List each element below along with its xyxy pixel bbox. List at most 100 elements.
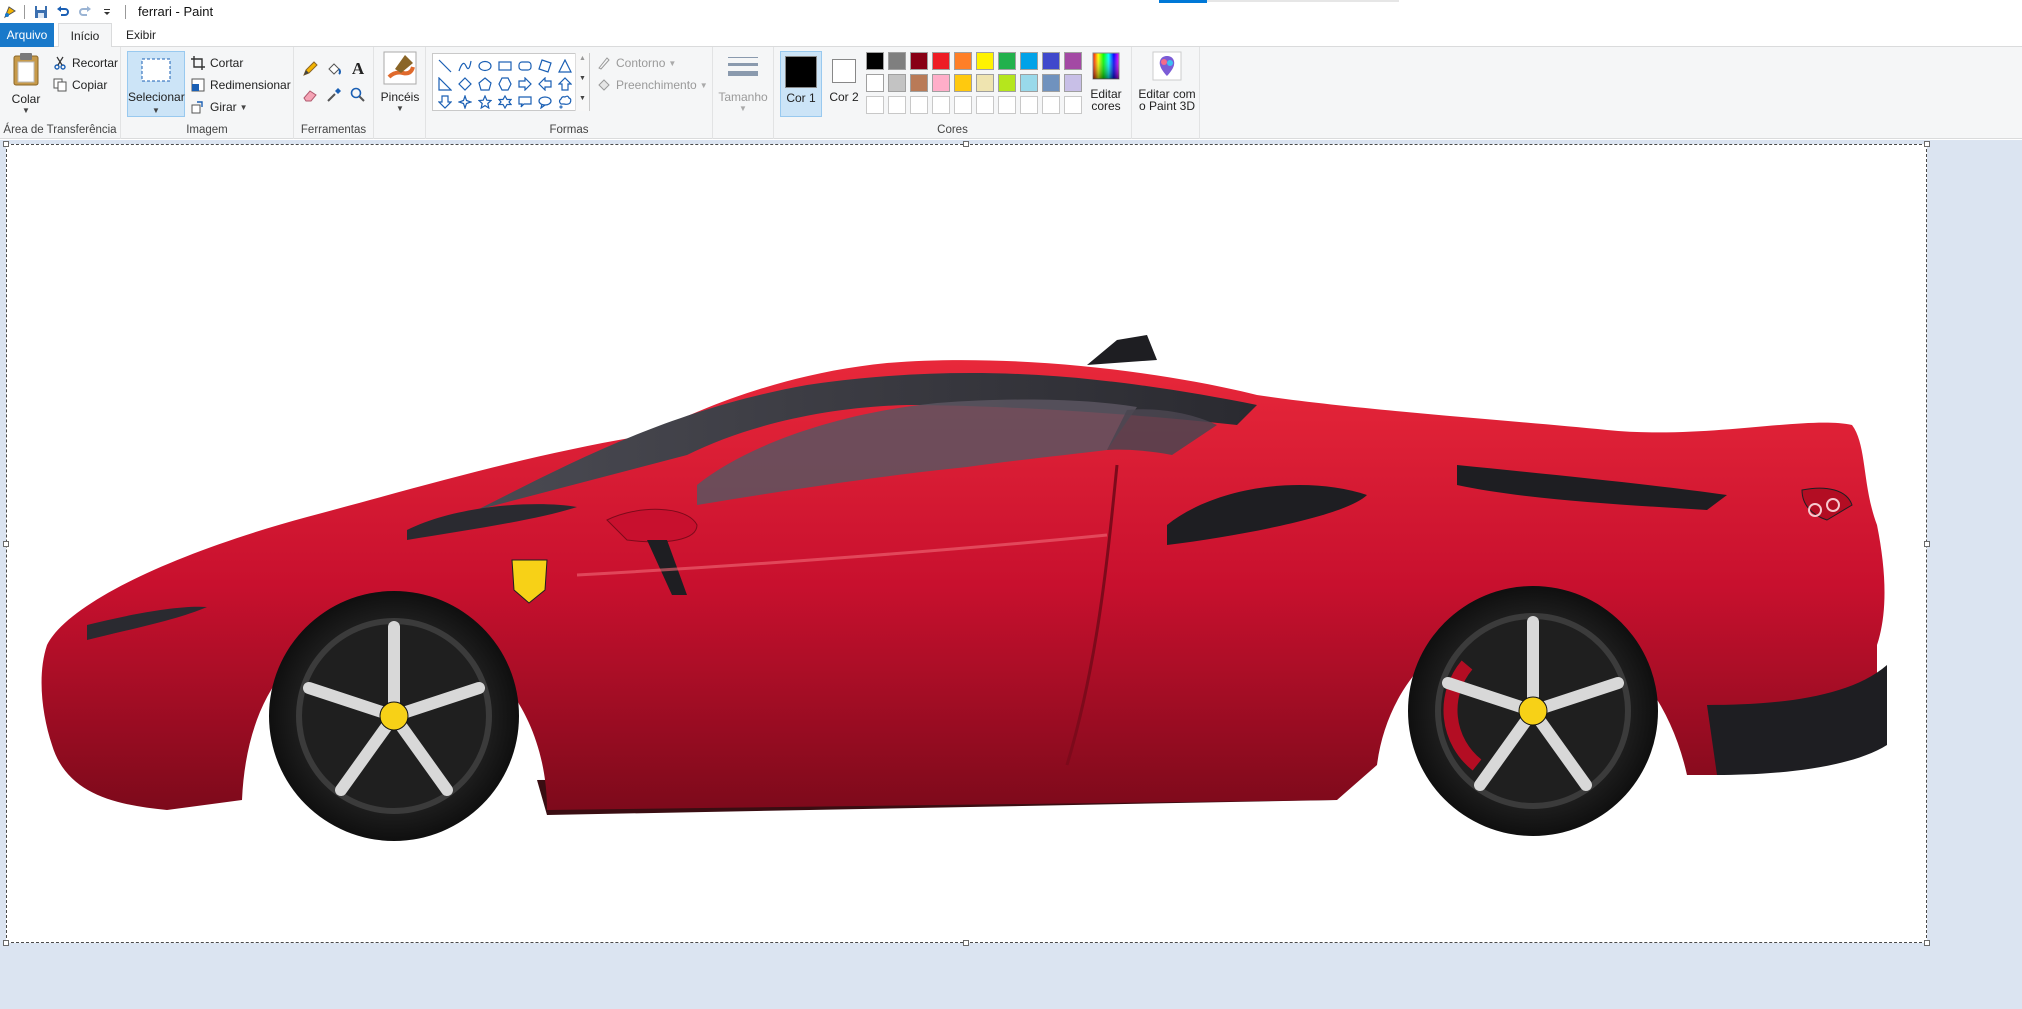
resize-handle-left[interactable] xyxy=(3,541,9,547)
crop-button[interactable]: Cortar xyxy=(190,53,243,73)
title-accent-light xyxy=(1207,0,1399,2)
color-1-button[interactable]: Cor 1 xyxy=(780,51,822,117)
palette-color-swatch[interactable] xyxy=(998,52,1016,70)
paint-app-icon[interactable] xyxy=(2,4,18,20)
ribbon: Colar ▼ Recortar Copiar Área de Transfer… xyxy=(0,47,2022,139)
right-arrow-shape-icon[interactable] xyxy=(515,74,535,94)
custom-color-swatch[interactable] xyxy=(1064,96,1082,114)
color-1-label: Cor 1 xyxy=(786,91,816,105)
select-button[interactable]: Selecionar ▼ xyxy=(127,51,185,117)
diamond-shape-icon[interactable] xyxy=(455,74,475,94)
palette-color-swatch[interactable] xyxy=(866,74,884,92)
right-triangle-shape-icon[interactable] xyxy=(435,74,455,94)
cut-button[interactable]: Recortar xyxy=(52,53,118,73)
six-point-star-shape-icon[interactable] xyxy=(495,92,515,112)
palette-color-swatch[interactable] xyxy=(1020,74,1038,92)
copy-icon xyxy=(52,77,68,93)
pencil-icon[interactable] xyxy=(300,59,320,79)
palette-color-swatch[interactable] xyxy=(976,52,994,70)
resize-handle-top-left[interactable] xyxy=(3,141,9,147)
outline-brush-icon xyxy=(596,55,612,71)
edit-colors-button[interactable]: Editar cores xyxy=(1084,51,1128,112)
tab-file[interactable]: Arquivo xyxy=(0,23,54,47)
custom-color-swatch[interactable] xyxy=(1042,96,1060,114)
undo-icon[interactable] xyxy=(53,3,73,21)
shapes-scrollbar[interactable]: ▲ ▼ ▼ xyxy=(575,53,589,111)
polygon-shape-icon[interactable] xyxy=(535,56,555,76)
palette-color-swatch[interactable] xyxy=(888,74,906,92)
color-picker-icon[interactable] xyxy=(324,85,344,105)
palette-color-swatch[interactable] xyxy=(954,74,972,92)
left-arrow-shape-icon[interactable] xyxy=(535,74,555,94)
resize-handle-bottom-left[interactable] xyxy=(3,940,9,946)
four-point-star-shape-icon[interactable] xyxy=(455,92,475,112)
brushes-button[interactable]: Pincéis ▼ xyxy=(380,51,420,113)
palette-color-swatch[interactable] xyxy=(998,74,1016,92)
tab-home[interactable]: Início xyxy=(58,23,112,48)
resize-button[interactable]: Redimensionar xyxy=(190,75,291,95)
resize-handle-right[interactable] xyxy=(1924,541,1930,547)
palette-color-swatch[interactable] xyxy=(976,74,994,92)
resize-handle-top-right[interactable] xyxy=(1924,141,1930,147)
palette-color-swatch[interactable] xyxy=(866,52,884,70)
drawing-canvas[interactable] xyxy=(6,144,1927,943)
fill-icon[interactable] xyxy=(324,59,344,79)
scroll-down-icon[interactable]: ▼ xyxy=(579,75,586,82)
palette-color-swatch[interactable] xyxy=(1042,52,1060,70)
custom-color-swatch[interactable] xyxy=(976,96,994,114)
eraser-icon[interactable] xyxy=(300,85,320,105)
triangle-shape-icon[interactable] xyxy=(555,56,575,76)
color-2-button[interactable]: Cor 2 xyxy=(823,51,865,117)
save-icon[interactable] xyxy=(31,3,51,21)
rectangular-callout-shape-icon[interactable] xyxy=(515,92,535,112)
resize-handle-bottom[interactable] xyxy=(963,940,969,946)
palette-color-swatch[interactable] xyxy=(932,74,950,92)
divider xyxy=(24,4,25,19)
edit-with-paint3d-button[interactable]: Editar com o Paint 3D xyxy=(1136,51,1198,112)
scroll-up-icon[interactable]: ▲ xyxy=(579,55,586,62)
palette-color-swatch[interactable] xyxy=(1064,74,1082,92)
cloud-callout-shape-icon[interactable] xyxy=(555,92,575,112)
expand-gallery-icon[interactable]: ▼ xyxy=(579,95,586,102)
copy-button[interactable]: Copiar xyxy=(52,75,107,95)
custom-color-swatch[interactable] xyxy=(954,96,972,114)
palette-color-swatch[interactable] xyxy=(910,52,928,70)
oval-callout-shape-icon[interactable] xyxy=(535,92,555,112)
size-button[interactable]: Tamanho ▼ xyxy=(718,51,768,113)
hexagon-shape-icon[interactable] xyxy=(495,74,515,94)
rectangle-shape-icon[interactable] xyxy=(495,56,515,76)
custom-color-swatch[interactable] xyxy=(888,96,906,114)
magnifier-icon[interactable] xyxy=(348,85,368,105)
tab-view[interactable]: Exibir xyxy=(116,23,166,47)
resize-handle-top[interactable] xyxy=(963,141,969,147)
pentagon-shape-icon[interactable] xyxy=(475,74,495,94)
five-point-star-shape-icon[interactable] xyxy=(475,92,495,112)
resize-handle-bottom-right[interactable] xyxy=(1924,940,1930,946)
redo-icon[interactable] xyxy=(75,3,95,21)
up-arrow-shape-icon[interactable] xyxy=(555,74,575,94)
palette-color-swatch[interactable] xyxy=(888,52,906,70)
fill-button[interactable]: Preenchimento ▼ xyxy=(596,75,708,95)
custom-color-swatch[interactable] xyxy=(932,96,950,114)
palette-color-swatch[interactable] xyxy=(1042,74,1060,92)
palette-color-swatch[interactable] xyxy=(932,52,950,70)
palette-color-swatch[interactable] xyxy=(910,74,928,92)
rounded-rectangle-shape-icon[interactable] xyxy=(515,56,535,76)
custom-color-swatch[interactable] xyxy=(910,96,928,114)
curve-shape-icon[interactable] xyxy=(455,56,475,76)
custom-color-swatch[interactable] xyxy=(1020,96,1038,114)
palette-color-swatch[interactable] xyxy=(1020,52,1038,70)
customize-toolbar-icon[interactable] xyxy=(97,3,117,21)
down-arrow-shape-icon[interactable] xyxy=(435,92,455,112)
rotate-button[interactable]: Girar ▼ xyxy=(190,97,248,117)
custom-color-swatch[interactable] xyxy=(998,96,1016,114)
custom-color-swatch[interactable] xyxy=(866,96,884,114)
palette-color-swatch[interactable] xyxy=(954,52,972,70)
paste-button[interactable]: Colar ▼ xyxy=(8,51,44,115)
outline-button[interactable]: Contorno ▼ xyxy=(596,53,676,73)
palette-color-swatch[interactable] xyxy=(1064,52,1082,70)
oval-shape-icon[interactable] xyxy=(475,56,495,76)
text-icon[interactable]: A xyxy=(348,59,368,79)
scissors-icon xyxy=(52,55,68,71)
line-shape-icon[interactable] xyxy=(435,56,455,76)
